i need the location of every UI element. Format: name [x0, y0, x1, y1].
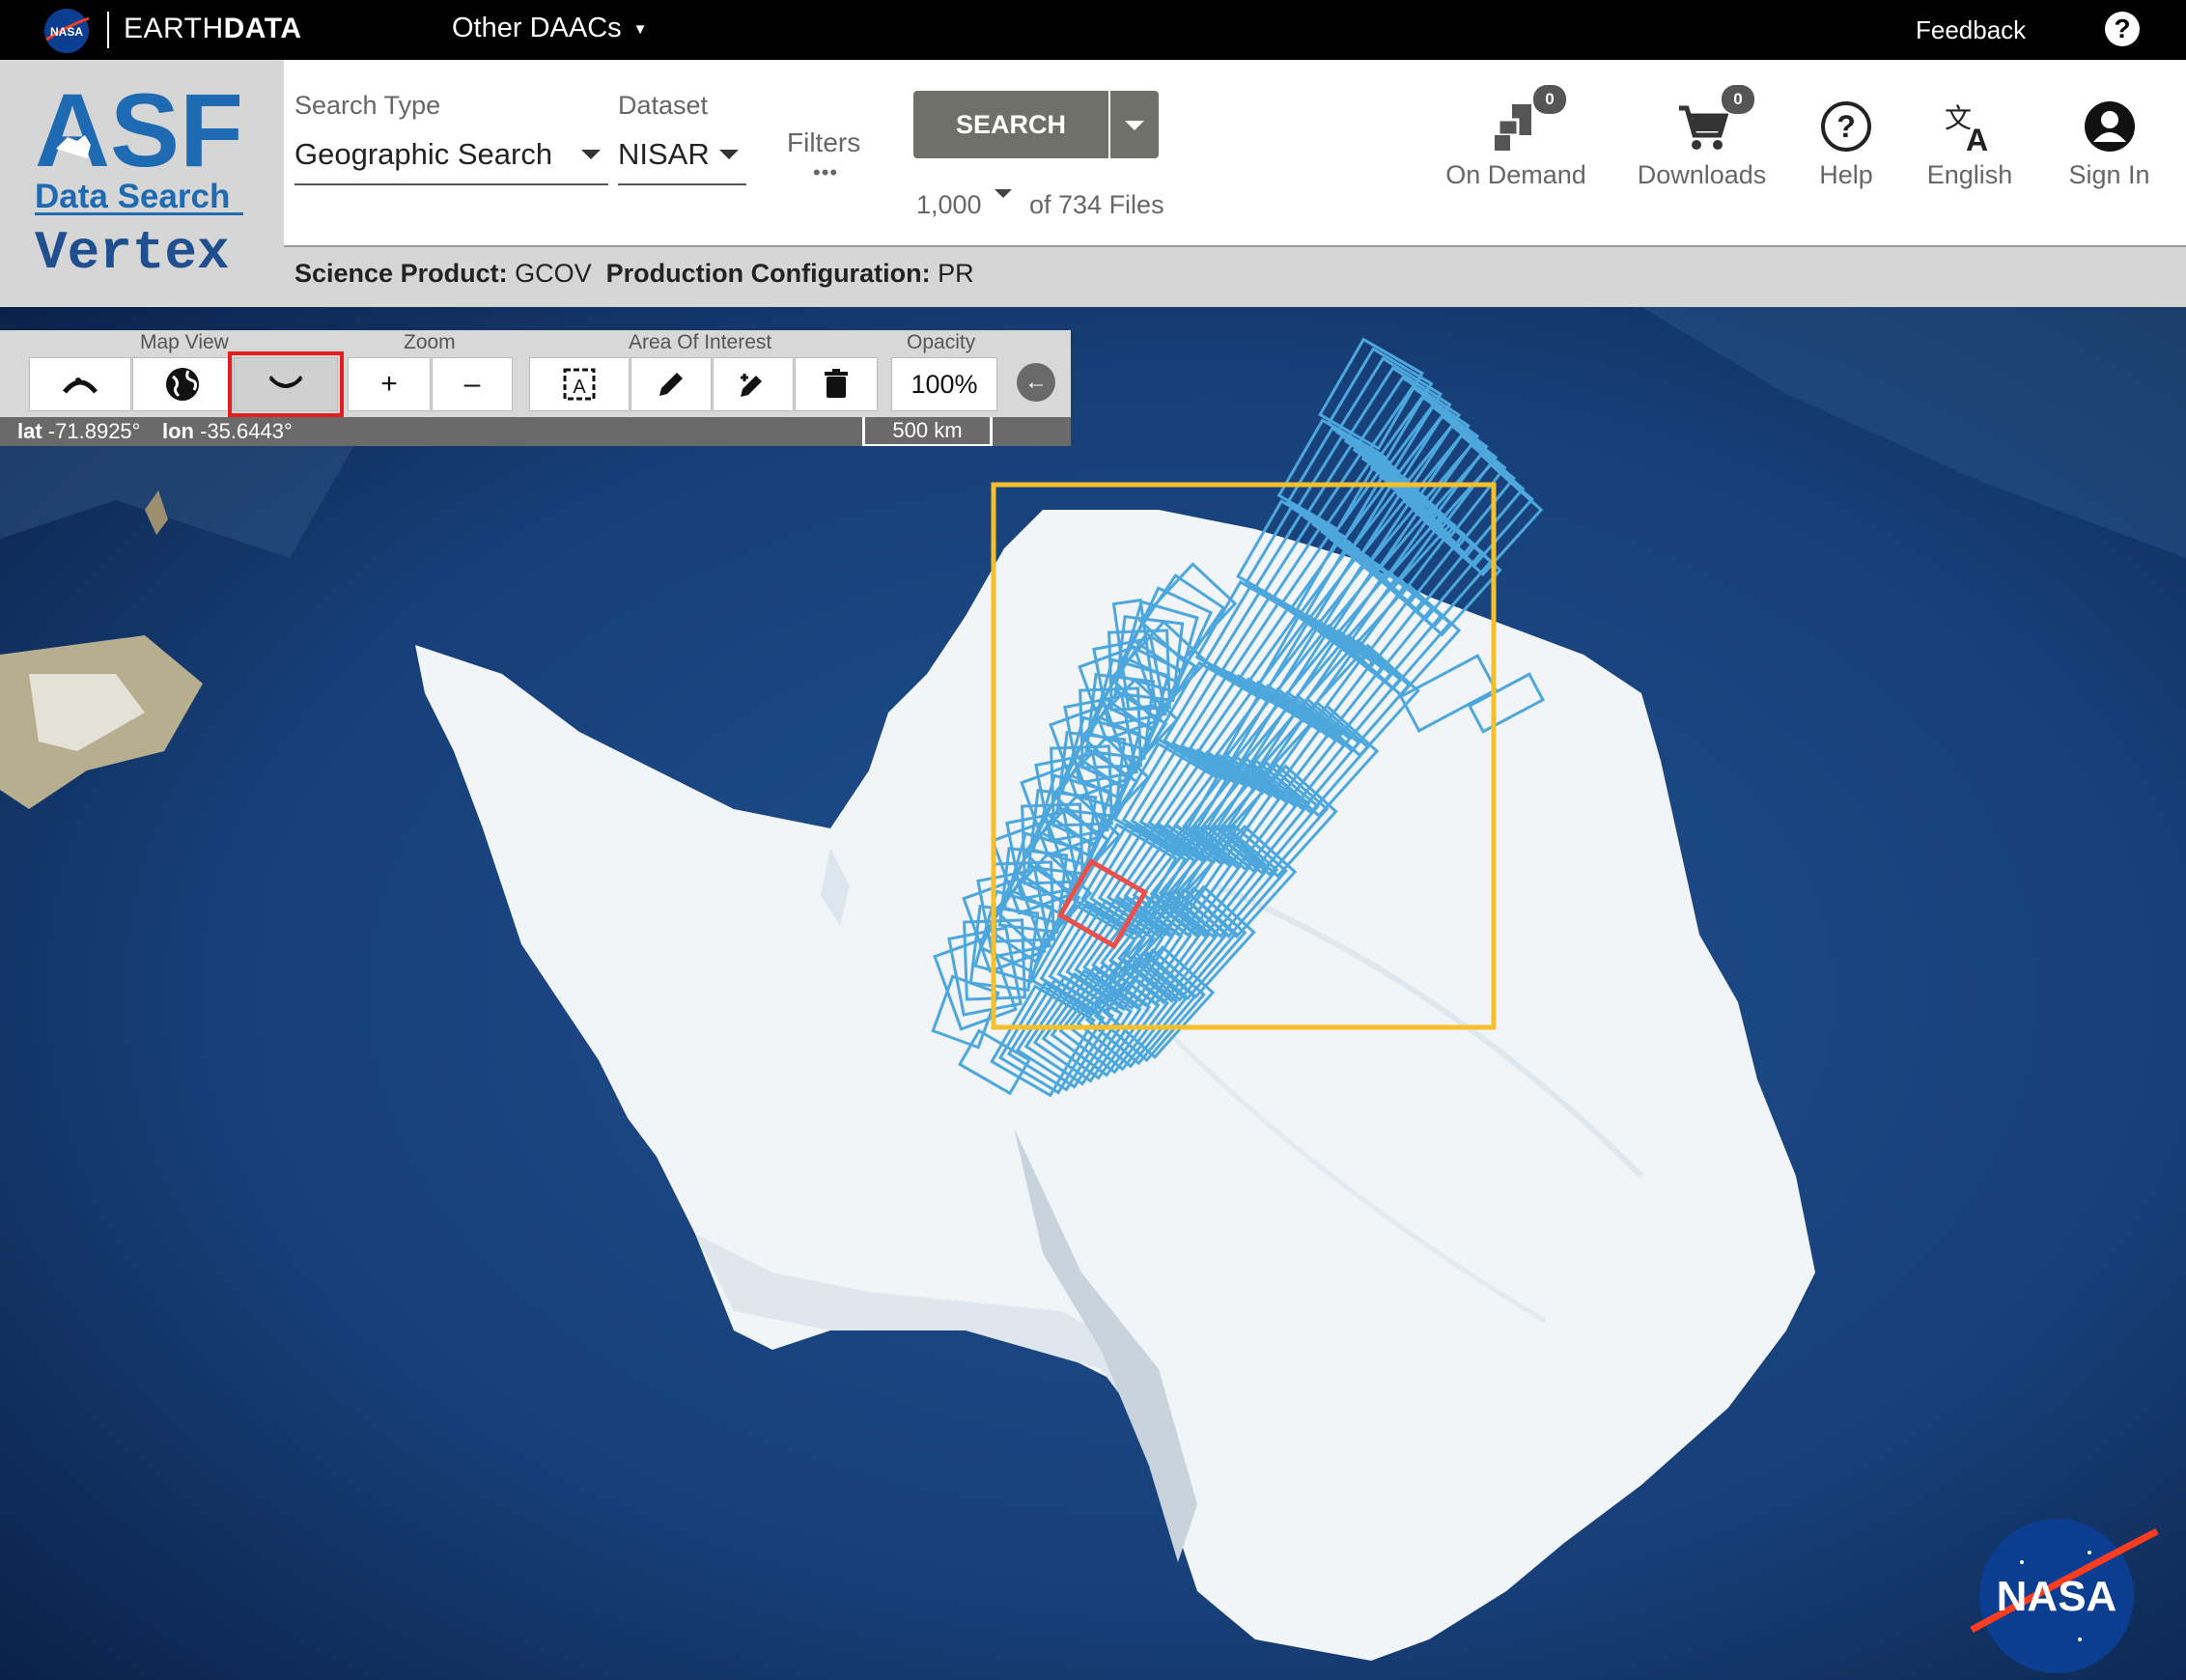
- zoom-out-button[interactable]: –: [432, 357, 513, 411]
- lon-value: -35.6443°: [200, 419, 293, 443]
- zoom-group-label: Zoom: [404, 331, 456, 353]
- globe-icon: [166, 368, 199, 401]
- arctic-icon: [63, 378, 98, 394]
- other-daacs-menu[interactable]: Other DAACs ▼: [452, 13, 648, 44]
- feedback-link[interactable]: Feedback: [1916, 15, 2026, 45]
- search-button[interactable]: SEARCH: [913, 91, 1108, 158]
- svg-text:NASA: NASA: [1997, 1573, 2117, 1620]
- dataset-select[interactable]: NISAR: [618, 137, 710, 172]
- translate-icon: 文 A: [1945, 102, 1988, 154]
- product-info: Science Product: GCOV Production Configu…: [294, 259, 974, 289]
- search-type-label: Search Type: [294, 91, 441, 120]
- topbar-divider: [107, 12, 109, 48]
- nasa-logo-small[interactable]: NASA: [42, 7, 91, 55]
- more-dots-icon[interactable]: •••: [813, 160, 838, 185]
- svg-text:NASA: NASA: [50, 25, 83, 39]
- downloads-badge: 0: [1722, 85, 1754, 114]
- production-config-label: Production Configuration:: [605, 259, 931, 288]
- on-demand-label: On Demand: [1445, 160, 1586, 189]
- help-button[interactable]: ? Help: [1808, 98, 1885, 190]
- opacity-select[interactable]: 100%: [891, 357, 997, 411]
- filters-button[interactable]: Filters: [787, 127, 860, 158]
- help-label: Help: [1819, 160, 1873, 189]
- zoom-in-button[interactable]: +: [348, 357, 431, 411]
- antarctic-icon: [268, 376, 303, 388]
- aoi-import-button[interactable]: A: [529, 357, 630, 411]
- lon-label: lon: [162, 419, 194, 443]
- max-results-select[interactable]: 1,000: [916, 190, 982, 220]
- caret-down-icon: ▼: [632, 20, 648, 38]
- account-icon: [2084, 101, 2135, 152]
- aoi-group-label: Area Of Interest: [629, 331, 772, 353]
- science-product-value: GCOV: [515, 259, 592, 288]
- collapse-toolbar-arrow-icon[interactable]: ←: [1017, 363, 1055, 402]
- science-product-label: Science Product:: [294, 259, 508, 288]
- production-config-value: PR: [938, 259, 974, 288]
- help-icon[interactable]: ?: [2105, 12, 2140, 46]
- lat-label: lat: [17, 419, 42, 443]
- max-results-caret-icon[interactable]: [995, 189, 1012, 198]
- earthdata-brand[interactable]: EARTHDATA: [124, 13, 302, 45]
- search-options-button[interactable]: [1110, 91, 1159, 158]
- search-type-select[interactable]: Geographic Search: [294, 137, 552, 172]
- language-label: English: [1926, 160, 2013, 189]
- earthdata-topbar: NASA EARTHDATA Other DAACs ▼ Feedback ?: [0, 0, 2186, 60]
- nasa-logo: NASA: [1970, 1519, 2159, 1673]
- map-scale: 500 km: [862, 417, 993, 446]
- help-circle-icon: ?: [1821, 101, 1871, 152]
- language-button[interactable]: 文 A English: [1917, 98, 2023, 190]
- sign-in-label: Sign In: [2068, 160, 2150, 189]
- dataset-caret-icon[interactable]: [719, 150, 739, 159]
- logo-asf-text: ASF: [35, 71, 243, 188]
- on-demand-button[interactable]: On Demand: [1439, 98, 1593, 190]
- svg-text:A: A: [1966, 123, 1988, 154]
- sign-in-button[interactable]: Sign In: [2054, 98, 2165, 190]
- antarctica-map[interactable]: [0, 307, 2186, 1680]
- on-demand-badge: 0: [1533, 85, 1566, 114]
- arctic-view-button[interactable]: [29, 357, 131, 411]
- equatorial-view-button[interactable]: [132, 357, 233, 411]
- clear-aoi-button[interactable]: [795, 357, 878, 411]
- pencil-icon: [659, 373, 683, 396]
- cart-icon: [1678, 105, 1728, 150]
- downloads-button[interactable]: Downloads: [1632, 98, 1772, 190]
- file-count: of 734 Files: [1029, 190, 1164, 219]
- trash-icon: [825, 369, 848, 398]
- opacity-group-label: Opacity: [907, 331, 976, 353]
- downloads-label: Downloads: [1637, 160, 1767, 189]
- logo-vertex-text: Vertex: [35, 222, 230, 284]
- search-type-caret-icon[interactable]: [581, 150, 601, 159]
- svg-text:?: ?: [1836, 109, 1856, 144]
- logo-data-search-text: Data Search: [35, 178, 230, 215]
- lat-value: -71.8925°: [47, 419, 141, 443]
- vertex-header: ASF Data Search Vertex Search Type Geogr…: [0, 60, 2186, 307]
- draw-aoi-button[interactable]: [631, 357, 712, 411]
- antarctic-view-button[interactable]: [228, 351, 344, 417]
- asf-vertex-logo[interactable]: ASF Data Search Vertex: [0, 60, 284, 307]
- edit-shape-icon: [741, 374, 762, 397]
- edit-aoi-button[interactable]: [713, 357, 794, 411]
- svg-text:A: A: [573, 377, 586, 398]
- map-view[interactable]: NASA: [0, 307, 2186, 1680]
- aoi-box-icon: A: [563, 368, 596, 401]
- map-view-group-label: Map View: [140, 331, 229, 353]
- dataset-label: Dataset: [618, 91, 709, 120]
